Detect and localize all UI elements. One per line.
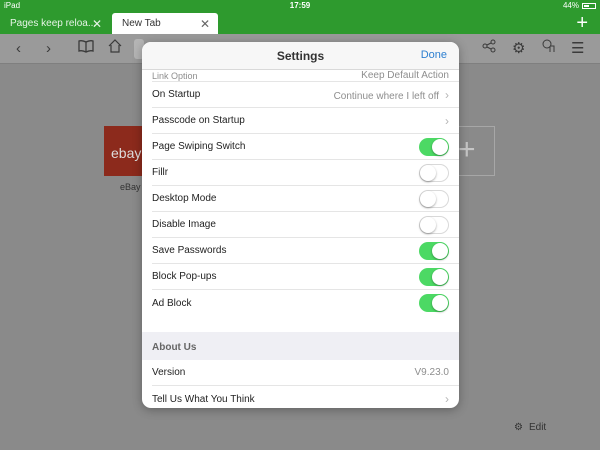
page-swiping-toggle[interactable] bbox=[419, 137, 449, 156]
tab-label: New Tab bbox=[122, 18, 161, 29]
tab-new-tab[interactable]: New Tab ✕ bbox=[112, 13, 218, 34]
fillr-toggle[interactable] bbox=[419, 163, 449, 182]
tile-label: eBay bbox=[120, 182, 141, 192]
save-passwords-toggle[interactable] bbox=[419, 241, 449, 260]
row-label: Tell Us What You Think bbox=[152, 393, 255, 405]
row-label: Block Pop-ups bbox=[152, 271, 217, 282]
row-label: Ad Block bbox=[152, 297, 192, 309]
toggle-knob bbox=[420, 164, 436, 181]
list-item-ad-block: Ad Block bbox=[152, 290, 459, 316]
home-icon[interactable] bbox=[108, 39, 122, 59]
tab-bar: Pages keep reloa... ✕ New Tab ✕ bbox=[0, 12, 600, 34]
toggle-knob bbox=[420, 216, 436, 233]
row-value: Continue where I left off bbox=[333, 90, 439, 102]
clock: 17:59 bbox=[289, 1, 311, 10]
block-popups-toggle[interactable] bbox=[419, 267, 449, 286]
desktop-mode-toggle[interactable] bbox=[419, 189, 449, 208]
list-item-fillr: Fillr bbox=[152, 160, 459, 186]
list-item-feedback[interactable]: Tell Us What You Think › bbox=[152, 386, 459, 408]
battery-percent: 44% bbox=[562, 1, 579, 10]
share-icon[interactable] bbox=[482, 39, 496, 59]
new-tab-plus-icon[interactable]: + bbox=[576, 13, 588, 33]
row-label: Version bbox=[152, 367, 186, 378]
close-icon[interactable]: ✕ bbox=[92, 17, 102, 31]
edit-label: Edit bbox=[528, 422, 547, 433]
about-list: Version V9.23.0 Tell Us What You Think › bbox=[142, 360, 459, 408]
toggle-knob bbox=[432, 268, 448, 285]
toggle-knob bbox=[432, 295, 448, 311]
battery-icon bbox=[582, 2, 596, 9]
list-item-version: Version V9.23.0 bbox=[152, 360, 459, 386]
list-item-page-swiping: Page Swiping Switch bbox=[152, 134, 459, 160]
settings-icon[interactable]: ⚙ bbox=[512, 39, 525, 59]
section-header-about-us: About Us bbox=[142, 332, 459, 360]
tab-label: Pages keep reloa... bbox=[10, 18, 97, 29]
settings-modal: Settings Done Link Option Keep Default A… bbox=[142, 42, 459, 408]
plus-icon: + bbox=[458, 133, 476, 166]
list-item-on-startup[interactable]: On Startup Continue where I left off › bbox=[152, 82, 459, 108]
list-item-block-popups: Block Pop-ups bbox=[152, 264, 459, 290]
row-label: Desktop Mode bbox=[152, 193, 217, 204]
bookmarks-icon[interactable] bbox=[78, 39, 94, 59]
tile-logo-text: ebay bbox=[111, 145, 142, 161]
row-label: Save Passwords bbox=[152, 245, 227, 256]
status-bar: iPad 17:59 44% bbox=[0, 0, 600, 12]
list-item-save-passwords: Save Passwords bbox=[152, 238, 459, 264]
modal-title: Settings bbox=[276, 49, 325, 63]
list-item-disable-image: Disable Image bbox=[152, 212, 459, 238]
chevron-right-icon: › bbox=[445, 392, 449, 406]
settings-list: Link Option Keep Default Action On Start… bbox=[142, 70, 459, 316]
back-icon[interactable]: ‹ bbox=[16, 39, 21, 59]
gesture-icon[interactable] bbox=[542, 39, 556, 59]
chevron-right-icon: › bbox=[445, 87, 449, 102]
version-value: V9.23.0 bbox=[414, 367, 449, 378]
row-label: Page Swiping Switch bbox=[152, 141, 246, 152]
row-label: Passcode on Startup bbox=[152, 115, 245, 126]
row-label: On Startup bbox=[152, 89, 201, 100]
ad-block-toggle[interactable] bbox=[419, 294, 449, 312]
chevron-right-icon: › bbox=[445, 113, 449, 128]
gear-icon: ⚙ bbox=[514, 422, 523, 433]
list-item-link-option[interactable]: Link Option Keep Default Action bbox=[152, 70, 459, 82]
battery-indicator: 44% bbox=[563, 1, 596, 10]
edit-button[interactable]: ⚙ Edit bbox=[514, 422, 546, 433]
toggle-knob bbox=[432, 138, 448, 155]
list-item-desktop-mode: Desktop Mode bbox=[152, 186, 459, 212]
toggle-knob bbox=[420, 190, 436, 207]
forward-icon[interactable]: › bbox=[46, 39, 51, 59]
menu-icon[interactable]: ☰ bbox=[571, 39, 584, 59]
row-label: Link Option bbox=[152, 70, 198, 81]
close-icon[interactable]: ✕ bbox=[200, 17, 210, 31]
list-item-passcode[interactable]: Passcode on Startup › bbox=[152, 108, 459, 134]
toggle-knob bbox=[432, 242, 448, 259]
disable-image-toggle[interactable] bbox=[419, 215, 449, 234]
row-value: Keep Default Action bbox=[361, 70, 449, 81]
row-label: Fillr bbox=[152, 167, 169, 178]
tab-pages-keep-reloading[interactable]: Pages keep reloa... ✕ bbox=[0, 13, 110, 34]
done-button[interactable]: Done bbox=[421, 49, 447, 61]
row-label: Disable Image bbox=[152, 219, 216, 230]
modal-header: Settings Done bbox=[142, 42, 459, 70]
